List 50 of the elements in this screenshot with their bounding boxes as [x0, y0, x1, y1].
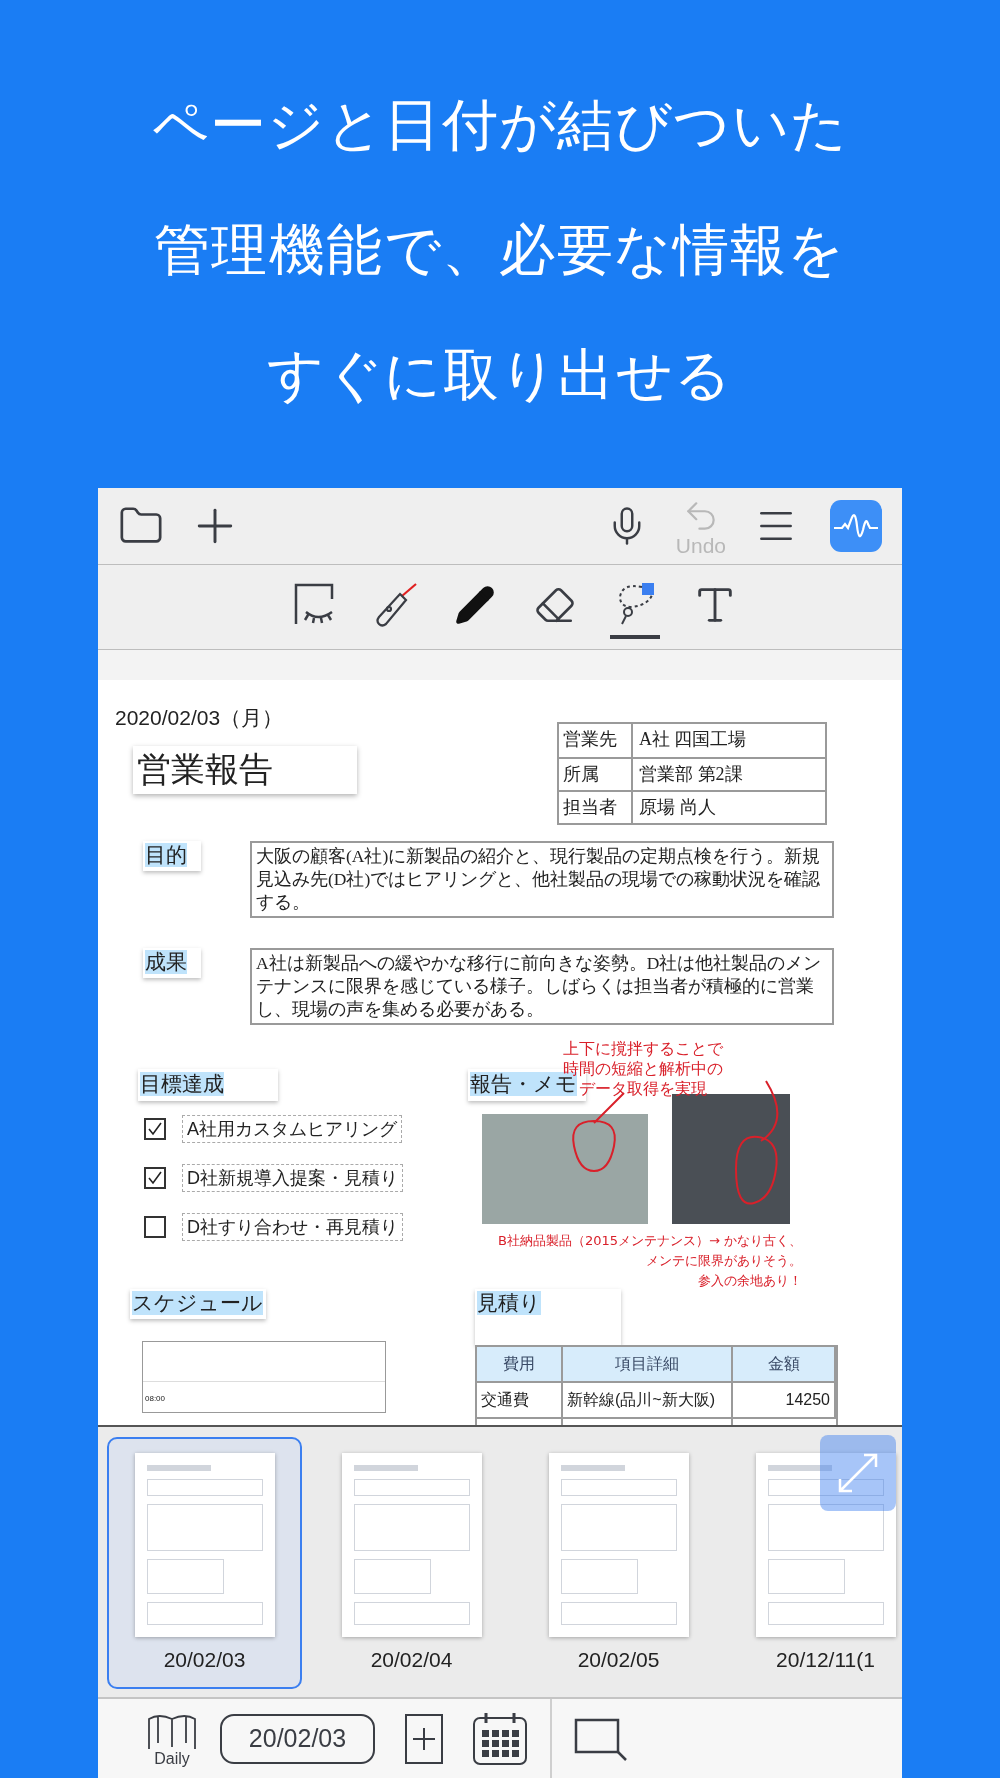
checklist-label: D社新規導入提案・見積り [182, 1164, 403, 1192]
page-date-label: 20/02/05 [577, 1647, 660, 1673]
pen-icon [454, 584, 496, 626]
calendar-icon[interactable] [472, 1711, 528, 1766]
page-thumbnail-item[interactable]: 20/02/03 [107, 1437, 302, 1689]
text-box: 大阪の顧客(A社)に新製品の紹介と、現行製品の定期点検を行う。新規見込み先(D社)ではヒアリングと、他社製品の現場での稼動状況を確認する。 [250, 841, 834, 918]
page-date-label: 20/02/03 [163, 1647, 246, 1673]
section-label: 目標達成 [138, 1069, 278, 1101]
handwritten-note: 上下に撹拌することで [563, 1039, 723, 1059]
daily-button[interactable]: Daily [146, 1710, 198, 1767]
app-logo-icon[interactable] [830, 500, 882, 552]
table-cell: 14250 [733, 1383, 836, 1417]
column-header: 費用 [477, 1347, 563, 1381]
page-thumbnail-item[interactable]: 20/02/05 [521, 1437, 716, 1689]
checkbox[interactable] [144, 1118, 166, 1140]
column-header: 金額 [733, 1347, 836, 1381]
table-cell: 営業先 [559, 724, 633, 757]
column-header: 項目詳細 [563, 1347, 733, 1381]
table-cell-text: 営業部 第2課 [638, 763, 744, 786]
handwritten-note: メンテに限界がありそう。 [646, 1252, 803, 1270]
date-picker-button[interactable]: 20/02/03 [220, 1713, 375, 1764]
table-cell: 新幹線(品川~新大阪) [563, 1383, 733, 1417]
handwritten-note: 参入の余地あり！ [698, 1272, 803, 1290]
checkbox[interactable] [144, 1216, 166, 1238]
section-label: 見積り [475, 1289, 621, 1345]
handwritten-note: データ取得を実現 [579, 1079, 707, 1099]
table-cell: 担当者 [559, 792, 633, 823]
page-date-label: 20/12/11(1 [776, 1647, 875, 1673]
section-label: 成果 [143, 948, 201, 978]
page-date-label: 20/02/04 [370, 1647, 453, 1673]
page-thumbnail-item[interactable]: 20/12/11(1 [728, 1437, 902, 1689]
headline-text: ページと日付が結びついた [151, 92, 849, 158]
handwritten-note: B社納品製品（2015メンテナンス）→ かなり古く、 [498, 1232, 803, 1250]
page-title: 営業報告 [133, 745, 357, 794]
table-cell-text: A社 四国工場 [638, 728, 748, 751]
table-cell: 交通費 [477, 1383, 563, 1417]
text-box: A社は新製品への緩やかな移行に前向きな姿勢。D社は他社製品のメンテナンスに限界を感じている様子。しばらくは担当者が積極的に営業し、現場の声を集める必要がある。 [250, 948, 834, 1025]
checkbox[interactable] [144, 1167, 166, 1189]
checklist-label: D社すり合わせ・再見積り [182, 1213, 403, 1241]
section-label: 目的 [143, 841, 201, 871]
checklist-label: A社用カスタムヒアリング [182, 1115, 402, 1143]
table-cell: 所属 [559, 759, 633, 790]
time-label: 08:00 [144, 1393, 166, 1405]
page-thumbnail-item[interactable]: 20/02/04 [314, 1437, 509, 1689]
add-page-icon[interactable] [405, 1713, 443, 1764]
headline-text: 管理機能で、必要な情報を [154, 217, 846, 283]
section-label: スケジュール [130, 1289, 266, 1319]
headline-text: すぐに取り出せる [267, 342, 733, 408]
table-cell-text: 原場 尚人 [638, 796, 717, 819]
page-date: 2020/02/03（月） [115, 705, 285, 731]
